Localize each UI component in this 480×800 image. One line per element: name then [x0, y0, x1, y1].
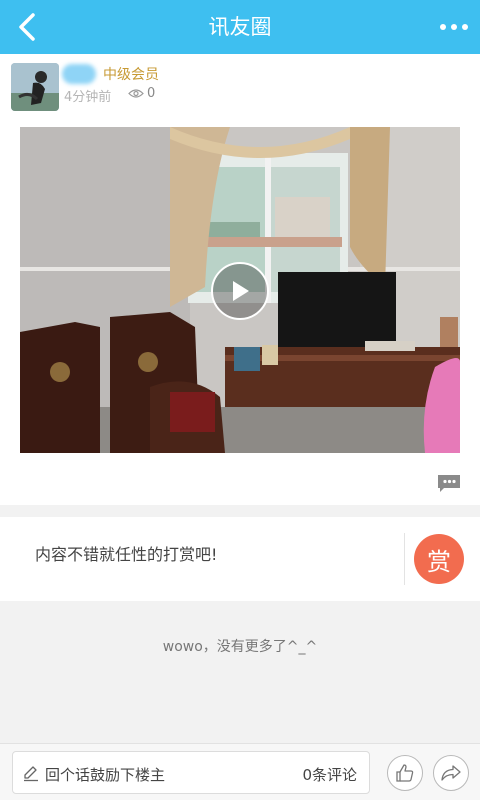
thumbs-up-icon — [396, 764, 414, 782]
member-level-badge: 中级会员 — [103, 67, 159, 83]
view-count: 0 — [128, 86, 155, 101]
avatar-image — [11, 63, 59, 111]
play-button[interactable] — [211, 262, 269, 320]
username-redacted — [62, 64, 96, 84]
no-more-text: wowo，没有更多了^_^ — [162, 639, 318, 655]
bottom-bar: 回个话鼓励下楼主 0条评论 — [0, 743, 480, 800]
reward-section: 内容不错就任性的打赏吧! 赏 — [0, 517, 480, 601]
share-arrow-icon — [441, 765, 461, 781]
divider — [404, 533, 405, 585]
reply-placeholder: 回个话鼓励下楼主 — [45, 766, 166, 784]
share-button[interactable] — [433, 755, 469, 791]
video-player[interactable] — [20, 127, 460, 453]
comment-count[interactable]: 0条评论 — [302, 764, 357, 785]
page-title: 讯友圈 — [208, 15, 272, 39]
reward-button[interactable]: 赏 — [414, 534, 464, 584]
comment-icon[interactable] — [436, 473, 462, 493]
play-icon — [233, 281, 249, 301]
pencil-icon — [24, 766, 38, 782]
like-button[interactable] — [387, 755, 423, 791]
post-card: 中级会员 4分钟前 0 — [0, 54, 480, 505]
view-count-value: 0 — [147, 86, 156, 101]
eye-icon — [128, 89, 144, 98]
more-button[interactable] — [436, 15, 472, 39]
top-bar: 讯友圈 — [0, 0, 480, 54]
reply-input[interactable]: 回个话鼓励下楼主 0条评论 — [12, 751, 370, 794]
reward-prompt: 内容不错就任性的打赏吧! — [35, 545, 218, 564]
post-time: 4分钟前 — [64, 90, 112, 105]
avatar[interactable] — [11, 63, 59, 111]
more-dots-icon — [440, 24, 446, 30]
